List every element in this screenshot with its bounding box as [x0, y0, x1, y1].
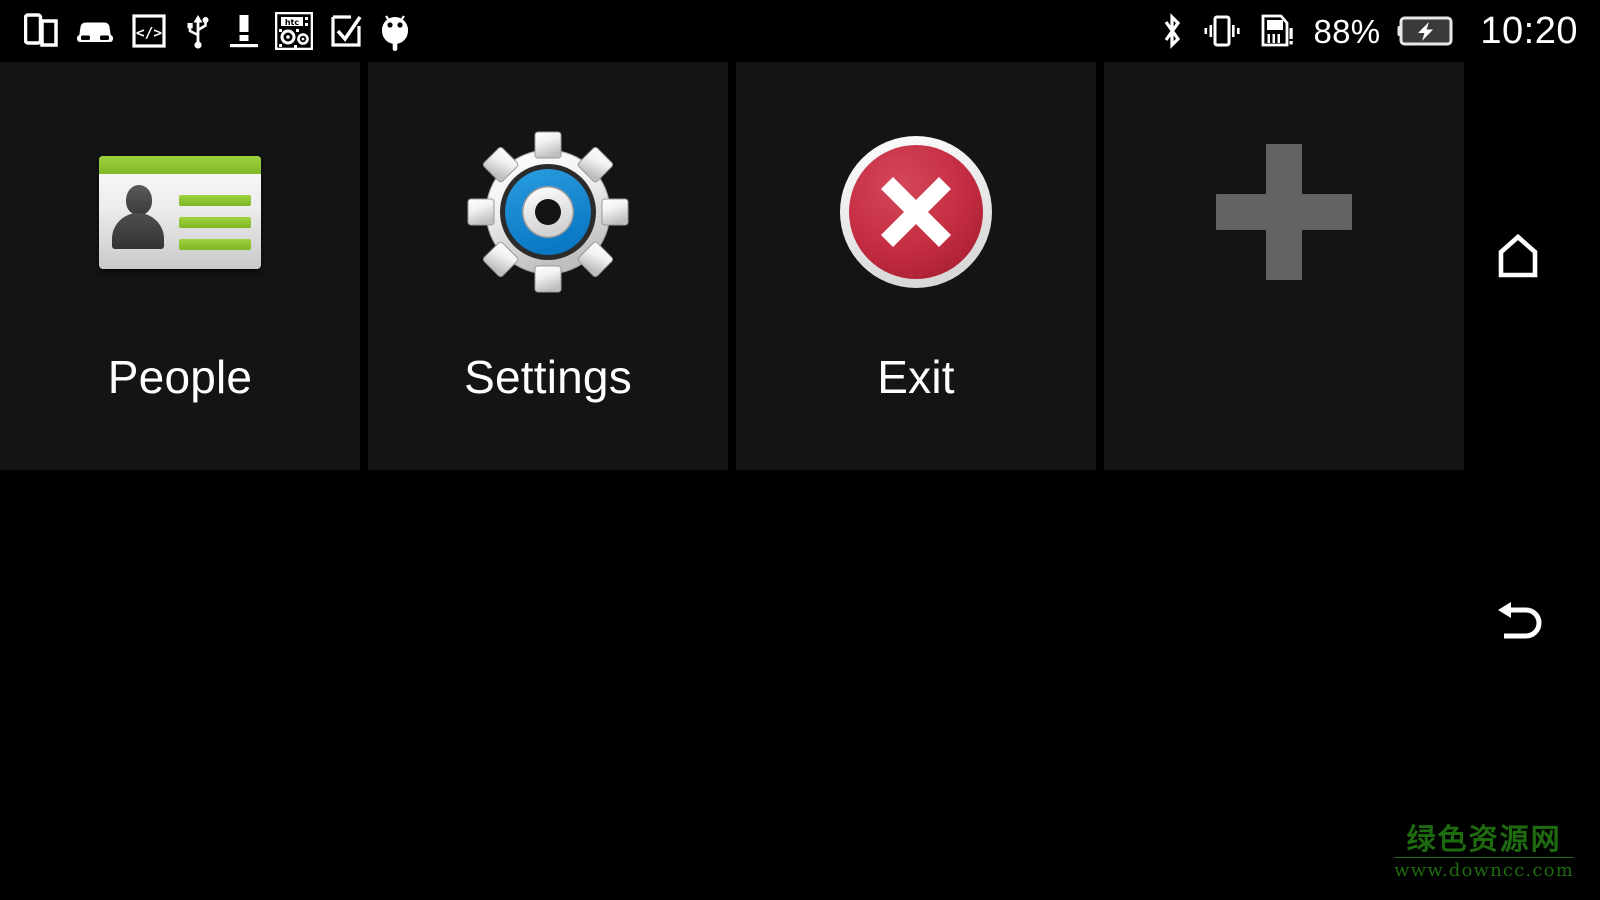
htc-qr-icon: htc — [274, 11, 314, 51]
status-bar-left-icons: </> htc — [0, 11, 411, 51]
plus-icon — [1216, 62, 1352, 362]
tile-settings[interactable]: Settings — [368, 62, 728, 470]
home-button[interactable] — [1487, 227, 1549, 289]
red-x-circle-icon — [836, 62, 996, 362]
sim-card-alert-icon — [1260, 14, 1296, 48]
contact-avatar-silhouette — [109, 183, 167, 253]
watermark-title: 绿色资源网 — [1406, 822, 1562, 856]
clock-label: 10:20 — [1480, 10, 1578, 52]
warning-exclamation-icon — [230, 14, 258, 48]
watermark-url: www.downcc.com — [1394, 860, 1574, 881]
tile-add[interactable] — [1104, 62, 1464, 470]
tile-people[interactable]: People — [0, 62, 360, 470]
checkbox-icon — [330, 14, 362, 48]
bluetooth-icon — [1160, 13, 1184, 49]
contact-card-icon — [99, 62, 261, 362]
car-mode-icon — [75, 16, 115, 46]
vibrate-icon — [1201, 14, 1243, 48]
site-watermark: 绿色资源网 www.downcc.com — [1394, 825, 1574, 880]
tile-label-settings: Settings — [464, 351, 632, 403]
home-icon — [1495, 233, 1541, 284]
screen-mirror-icon — [23, 13, 58, 49]
battery-percent-label: 88% — [1313, 12, 1381, 50]
usb-icon — [183, 13, 213, 49]
status-bar[interactable]: </> htc 88% 10:20 — [0, 0, 1600, 62]
gear-icon — [465, 62, 631, 362]
contact-card-header — [99, 155, 261, 174]
tile-label-exit: Exit — [877, 351, 955, 403]
tile-exit[interactable]: Exit — [736, 62, 1096, 470]
status-bar-right-cluster: 88% 10:20 — [1160, 0, 1578, 62]
svg-text:htc: htc — [285, 18, 300, 27]
contact-card-lines — [179, 183, 251, 253]
svg-text:</>: </> — [136, 26, 162, 42]
back-arrow-icon — [1492, 600, 1544, 651]
watermark-divider — [1394, 857, 1574, 858]
developer-code-icon: </> — [132, 14, 166, 48]
tile-label-people: People — [107, 351, 253, 403]
app-tile-grid: People Settings Exit — [0, 62, 1465, 470]
android-robot-icon — [379, 11, 411, 51]
back-button[interactable] — [1487, 594, 1549, 656]
battery-charging-icon — [1397, 16, 1455, 46]
